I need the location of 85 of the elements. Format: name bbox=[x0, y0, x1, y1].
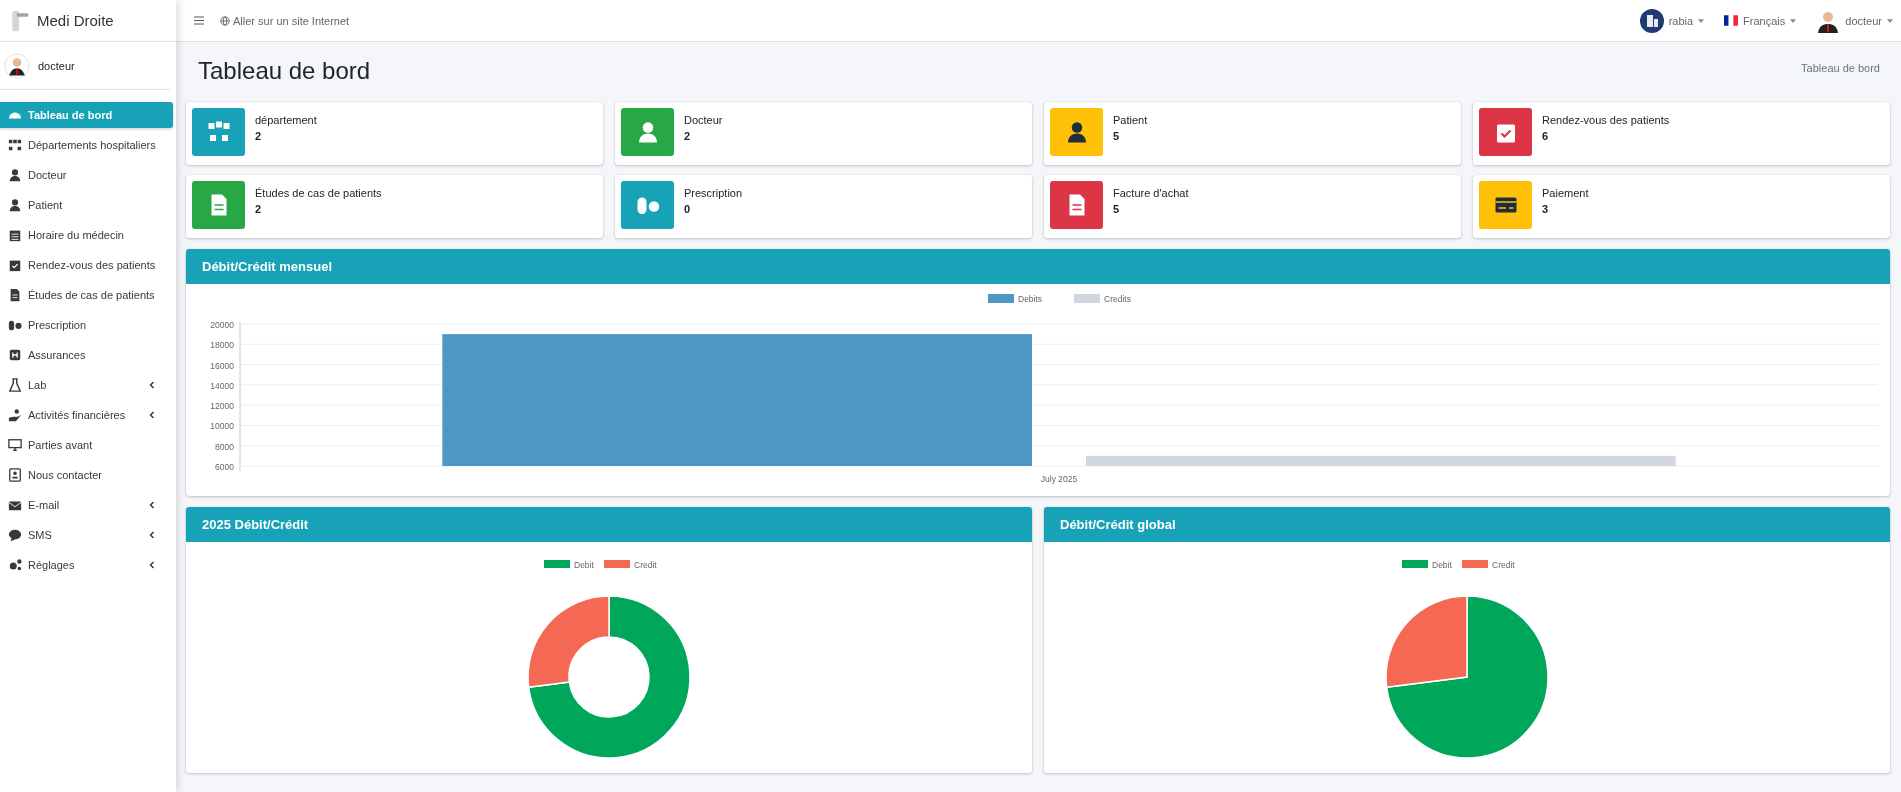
stat-label: Facture d'achat bbox=[1113, 186, 1189, 199]
caret-icon bbox=[1790, 18, 1797, 23]
stat-label: département bbox=[255, 113, 317, 126]
sidebar-item[interactable]: Parties avant bbox=[0, 432, 173, 458]
legend-label: Credits bbox=[1104, 293, 1131, 304]
hospital-dropdown[interactable]: rabia bbox=[1639, 8, 1705, 33]
sidebar-item[interactable]: Nous contacter bbox=[0, 462, 173, 488]
card-title: 2025 Débit/Crédit bbox=[202, 516, 309, 532]
legend-label: Debit bbox=[574, 559, 594, 570]
brand-name[interactable]: Medi Droite bbox=[37, 12, 114, 29]
axis-tick-label: 20000 bbox=[210, 319, 234, 330]
axis-tick-label: 8000 bbox=[215, 441, 234, 452]
legend-label: Debits bbox=[1018, 293, 1043, 304]
stat-value: 2 bbox=[684, 129, 692, 142]
stat-label: Prescription bbox=[684, 186, 743, 199]
stat-label: Patient bbox=[1113, 113, 1148, 126]
stat-value: 2 bbox=[255, 129, 263, 142]
language-dropdown[interactable]: Français bbox=[1724, 14, 1797, 27]
stat-value: 2 bbox=[255, 202, 263, 215]
person-icon bbox=[8, 168, 22, 182]
card-icon bbox=[8, 468, 22, 482]
chevron-left-icon bbox=[149, 411, 155, 419]
sidebar-item[interactable]: Docteur bbox=[0, 162, 173, 188]
axis-tick-label: 12000 bbox=[210, 400, 234, 411]
sidebar-item[interactable]: Activités financières bbox=[0, 402, 173, 428]
website-link[interactable]: Aller sur un site Internet bbox=[220, 14, 350, 27]
sidebar-item[interactable]: Assurances bbox=[0, 342, 173, 368]
user-name[interactable]: docteur bbox=[38, 60, 75, 72]
caret-icon bbox=[1698, 18, 1705, 23]
chevron-left-icon bbox=[149, 561, 155, 569]
monitor-icon bbox=[8, 438, 22, 452]
calendar-check-icon bbox=[8, 258, 22, 272]
sidebar-item[interactable]: Rendez-vous des patients bbox=[0, 252, 173, 278]
stat-value: 0 bbox=[684, 202, 692, 215]
sidebar-item[interactable]: E-mail bbox=[0, 492, 173, 518]
chevron-left-icon bbox=[149, 381, 155, 389]
flag-icon bbox=[1724, 15, 1739, 26]
stat-value: 5 bbox=[1113, 129, 1121, 142]
legend-label: Credit bbox=[634, 559, 657, 570]
person-icon bbox=[8, 198, 22, 212]
breadcrumb[interactable]: Tableau de bord bbox=[1801, 62, 1880, 74]
calendar-icon bbox=[8, 228, 22, 242]
stat-label: Études de cas de patients bbox=[255, 186, 382, 199]
globe-icon bbox=[220, 15, 230, 26]
stat-label: Rendez-vous des patients bbox=[1542, 113, 1670, 126]
sidebar-item[interactable]: Départements hospitaliers bbox=[0, 132, 173, 158]
user-dropdown[interactable]: docteur bbox=[1816, 8, 1893, 33]
stat-value: 6 bbox=[1542, 129, 1550, 142]
chevron-left-icon bbox=[149, 501, 155, 509]
hand-icon bbox=[8, 408, 22, 422]
sidebar-item[interactable]: SMS bbox=[0, 522, 173, 548]
sidebar-item[interactable]: Études de cas de patients bbox=[0, 282, 173, 308]
menu-icon[interactable] bbox=[194, 16, 204, 25]
caret-icon bbox=[1887, 18, 1893, 23]
nodes-icon bbox=[8, 138, 22, 152]
stat-label: Paiement bbox=[1542, 186, 1589, 199]
bubble-icon bbox=[8, 528, 22, 542]
axis-tick-label: 6000 bbox=[215, 461, 234, 472]
building-icon bbox=[1639, 8, 1664, 33]
axis-tick-label: 14000 bbox=[210, 380, 234, 391]
chevron-left-icon bbox=[149, 531, 155, 539]
sidebar-item[interactable]: Patient bbox=[0, 192, 173, 218]
legend-label: Debit bbox=[1432, 559, 1452, 570]
axis-tick-label: 16000 bbox=[210, 360, 234, 371]
avatar-icon bbox=[4, 53, 30, 79]
sidebar-item[interactable]: Réglages bbox=[0, 552, 173, 578]
sidebar-item[interactable]: Prescription bbox=[0, 312, 173, 338]
door-handle-icon bbox=[9, 8, 31, 33]
nodes-icon bbox=[206, 119, 231, 144]
legend-label: Credit bbox=[1492, 559, 1515, 570]
pills-icon bbox=[8, 318, 22, 332]
square-icon bbox=[8, 348, 22, 362]
stat-value: 5 bbox=[1113, 202, 1121, 215]
axis-tick-label: 18000 bbox=[210, 339, 234, 350]
stat-label: Docteur bbox=[684, 113, 723, 126]
card-title: Débit/Crédit global bbox=[1060, 516, 1176, 532]
sidebar-item[interactable]: Horaire du médecin bbox=[0, 222, 173, 248]
axis-category-label: July 2025 bbox=[1040, 473, 1078, 484]
axis-tick-label: 10000 bbox=[210, 421, 234, 431]
stat-value: 3 bbox=[1542, 202, 1550, 215]
page-title: Tableau de bord bbox=[198, 56, 371, 86]
document-icon bbox=[8, 288, 22, 302]
flask-icon bbox=[8, 378, 22, 392]
sidebar-item[interactable]: Lab bbox=[0, 372, 173, 398]
card-title: Débit/Crédit mensuel bbox=[202, 258, 333, 274]
